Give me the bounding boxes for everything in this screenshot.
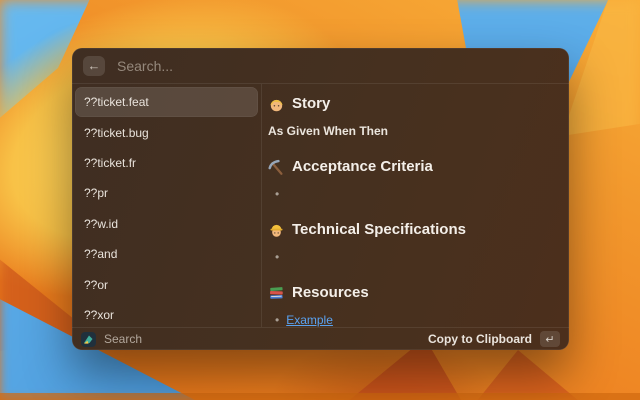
snippet-list: ??ticket.feat ??ticket.bug ??ticket.fr ?… [72, 84, 262, 327]
acceptance-criteria-title: Acceptance Criteria [292, 156, 433, 178]
story-body: As Given When Then [268, 124, 557, 138]
list-item-pr[interactable]: ??pr [75, 178, 258, 208]
list-item-or[interactable]: ??or [75, 269, 258, 299]
list-item-xor[interactable]: ??xor [75, 300, 258, 330]
list-item-ticket-feat[interactable]: ??ticket.feat [75, 87, 258, 117]
technical-specifications-title: Technical Specifications [292, 219, 466, 241]
section-story: Story As Given When Then [268, 93, 557, 138]
books-emoji-icon [268, 285, 285, 302]
back-button[interactable]: ← [83, 56, 105, 76]
bullet-icon: • [275, 187, 279, 201]
status-bar: Search Copy to Clipboard ↵ [72, 327, 569, 350]
bullet-icon: • [275, 250, 279, 264]
section-technical-specifications: Technical Specifications • [268, 219, 557, 264]
search-bar: ← [72, 48, 569, 84]
resources-bullet: • Example [268, 313, 557, 327]
example-link[interactable]: Example [286, 313, 333, 327]
list-item-ticket-fr[interactable]: ??ticket.fr [75, 148, 258, 178]
list-item-ticket-bug[interactable]: ??ticket.bug [75, 117, 258, 147]
launcher-window: ← ??ticket.feat ??ticket.bug ??ticket.fr… [72, 48, 569, 350]
return-key-icon: ↵ [540, 331, 560, 347]
status-mode-label: Search [104, 332, 142, 346]
list-item-and[interactable]: ??and [75, 239, 258, 269]
story-title: Story [292, 93, 330, 115]
resources-title: Resources [292, 282, 369, 304]
construction-worker-emoji-icon [268, 222, 285, 239]
content-area: ??ticket.feat ??ticket.bug ??ticket.fr ?… [72, 84, 569, 327]
copy-to-clipboard-button[interactable]: Copy to Clipboard [428, 332, 532, 346]
back-arrow-icon: ← [88, 56, 101, 76]
pickaxe-emoji-icon [268, 159, 285, 176]
section-acceptance-criteria: Acceptance Criteria • [268, 156, 557, 201]
extension-icon [81, 332, 96, 347]
section-resources: Resources • Example [268, 282, 557, 327]
bullet-icon: • [275, 313, 279, 327]
list-item-w-id[interactable]: ??w.id [75, 209, 258, 239]
preview-pane: Story As Given When Then Acceptance Crit… [262, 84, 569, 327]
desktop-wallpaper: ← ??ticket.feat ??ticket.bug ??ticket.fr… [0, 0, 640, 400]
technical-bullet: • [268, 250, 557, 264]
blond-person-emoji-icon [268, 96, 285, 113]
acceptance-bullet: • [268, 187, 557, 201]
search-input[interactable] [117, 58, 558, 74]
wallpaper-bottom-band [0, 393, 640, 400]
